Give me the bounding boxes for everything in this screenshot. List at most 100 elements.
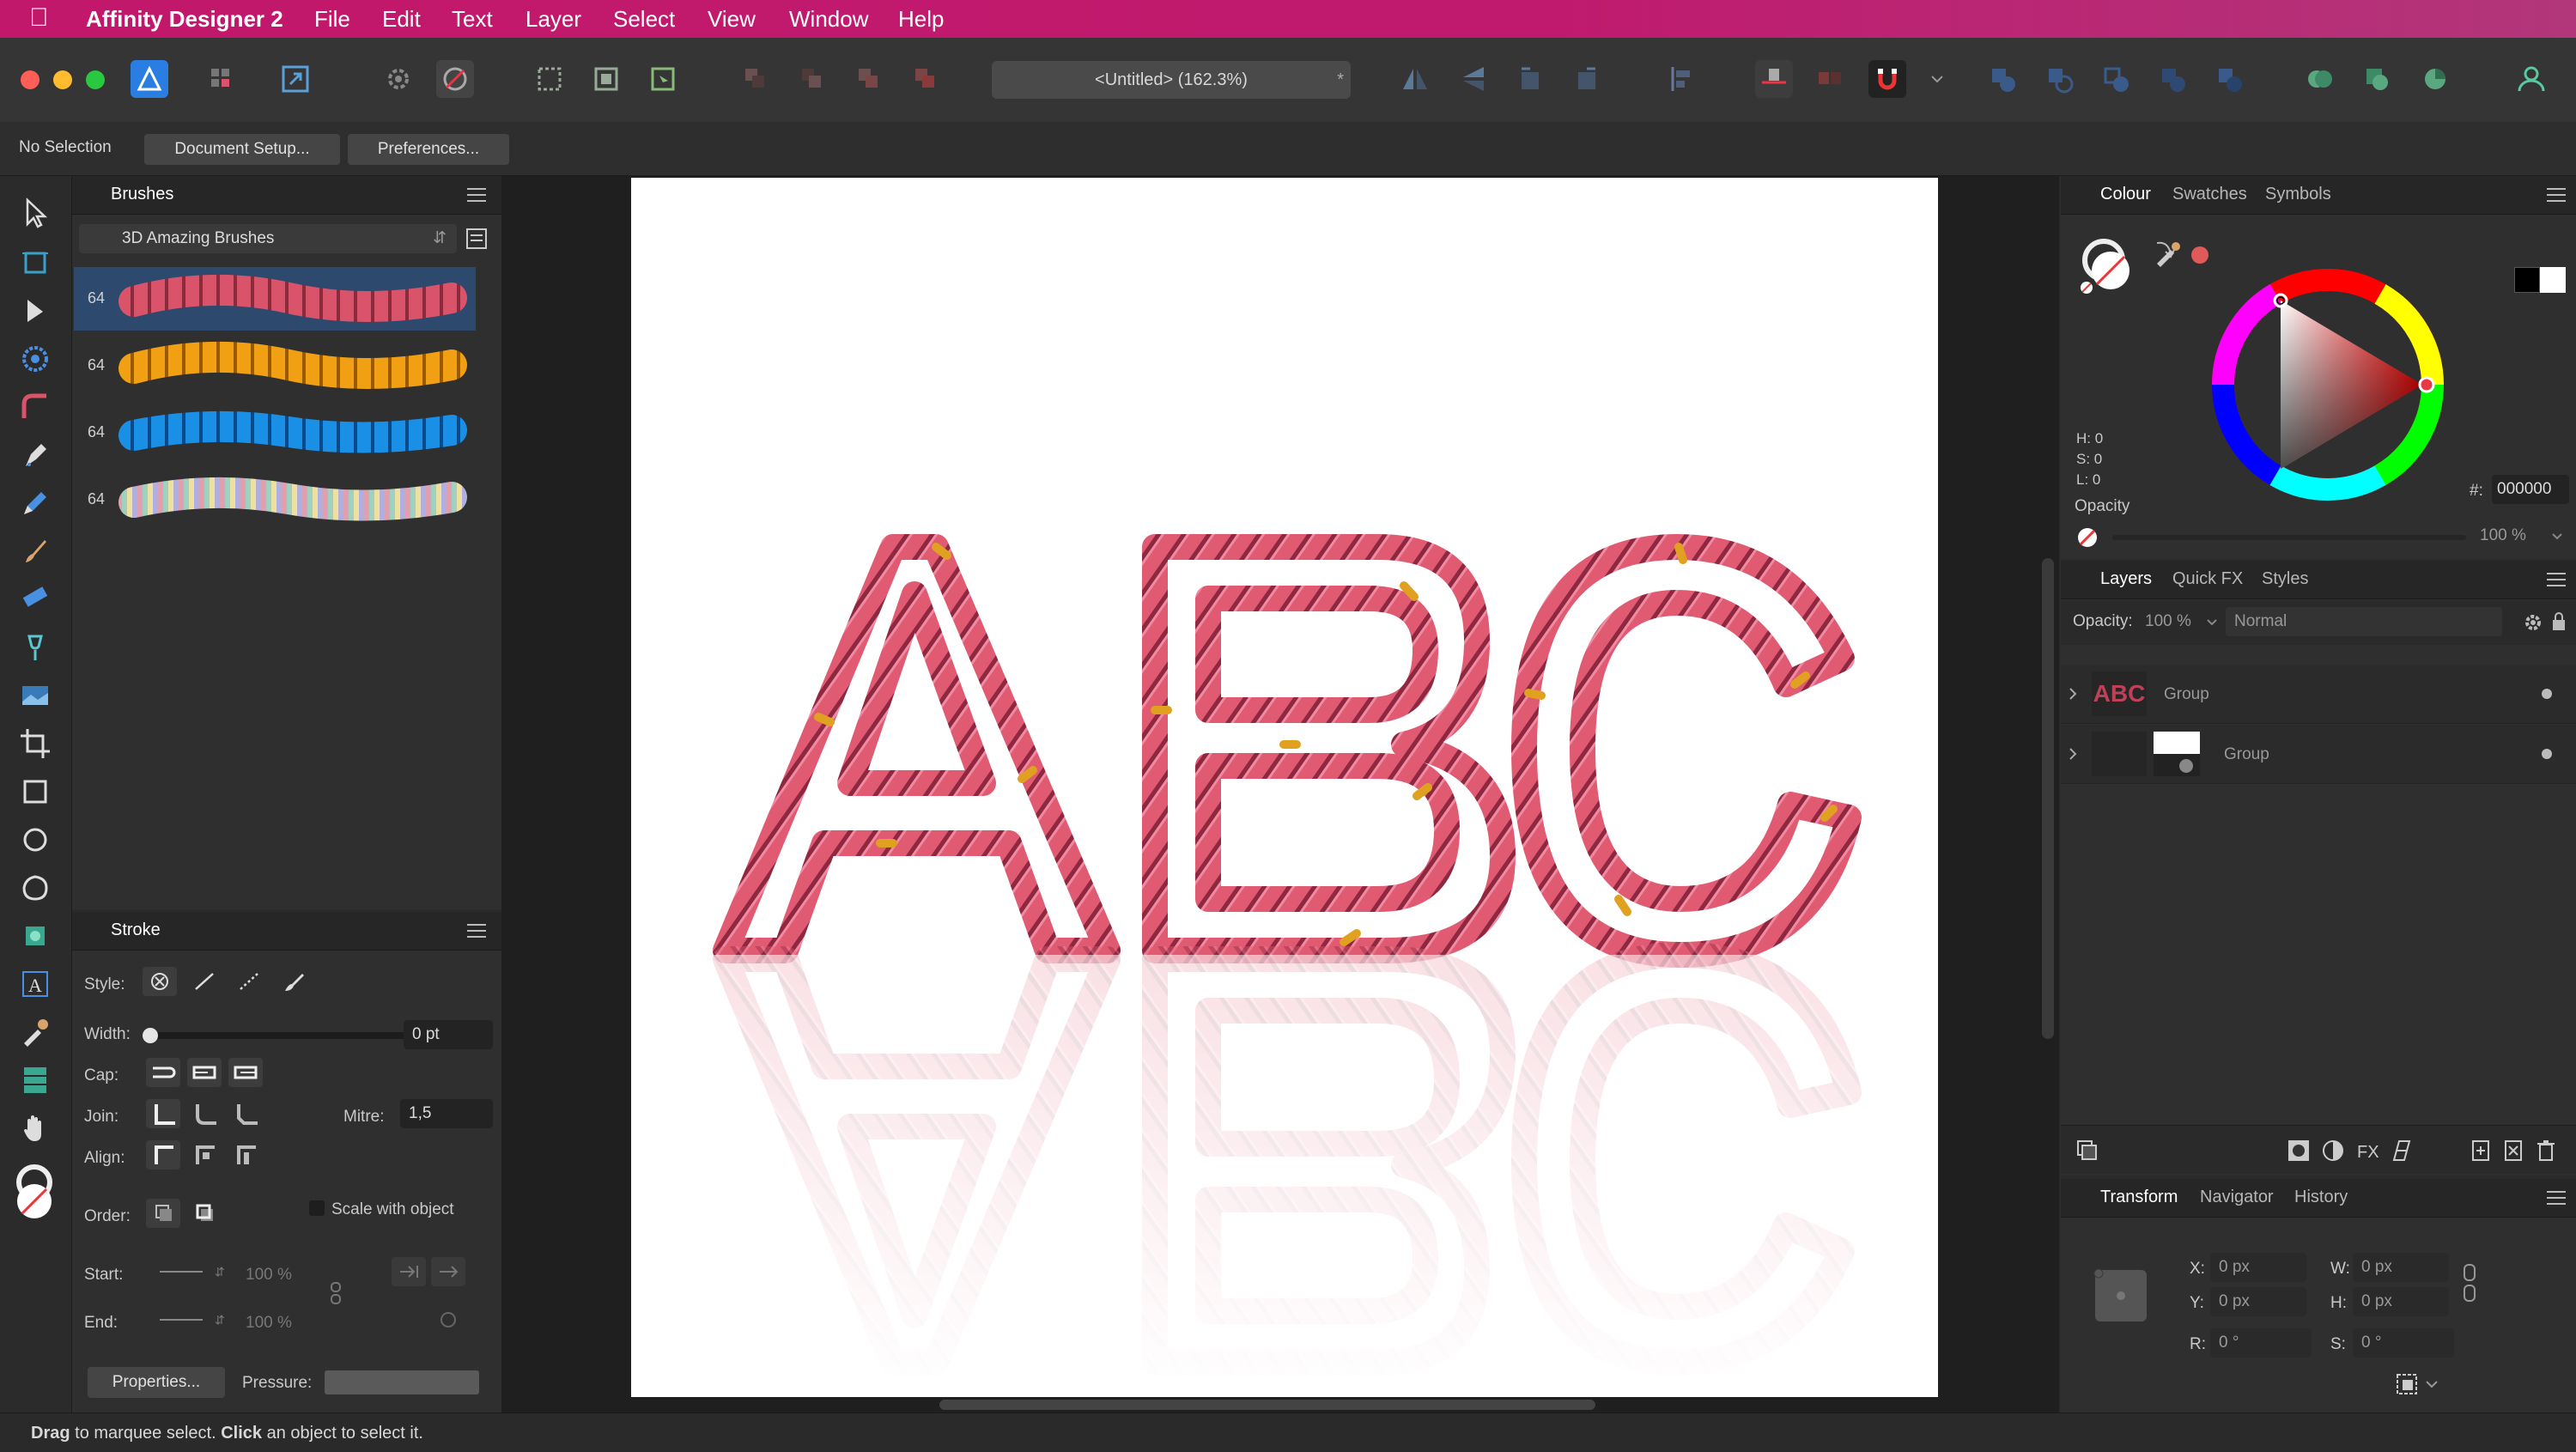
adjustment-layer-icon[interactable] — [2320, 1138, 2346, 1163]
fill-stroke-swatch[interactable] — [12, 1163, 57, 1224]
brush-item[interactable]: 64 — [74, 267, 476, 331]
flip-vertical-icon[interactable] — [1455, 60, 1492, 98]
crop-tool-icon[interactable] — [15, 724, 55, 763]
tab-history[interactable]: History — [2294, 1188, 2348, 1207]
panel-menu-icon[interactable] — [2547, 186, 2566, 204]
shear-input[interactable]: 0 ° — [2353, 1328, 2454, 1358]
panel-menu-icon[interactable] — [2547, 571, 2566, 588]
delete-icon[interactable] — [2533, 1138, 2559, 1163]
black-swatch[interactable] — [2514, 267, 2540, 293]
blend-mode-select[interactable]: Normal — [2226, 607, 2502, 636]
mitre-join-button[interactable] — [146, 1099, 180, 1128]
brush-item[interactable]: 64 — [74, 401, 476, 465]
menu-window[interactable]: Window — [789, 6, 868, 33]
chevron-down-icon[interactable] — [2205, 616, 2219, 629]
contour-tool-icon[interactable] — [15, 339, 55, 379]
menu-edit[interactable]: Edit — [382, 6, 421, 33]
pixel-persona-icon[interactable] — [203, 60, 240, 98]
live-filter-icon[interactable] — [2389, 1138, 2415, 1163]
colour-wheel[interactable] — [2203, 260, 2452, 509]
document-title-tab[interactable]: <Untitled> (162.3%) * — [992, 61, 1351, 99]
square-cap-button[interactable] — [228, 1058, 263, 1087]
gear-icon[interactable] — [2523, 612, 2543, 633]
layer-row[interactable]: ABC Group — [2061, 665, 2576, 724]
dashed-line-style-button[interactable] — [232, 967, 266, 996]
add-layer-icon[interactable] — [2468, 1138, 2494, 1163]
tab-navigator[interactable]: Navigator — [2200, 1188, 2274, 1207]
rectangle-tool-icon[interactable] — [15, 772, 55, 811]
boolean-divide-icon[interactable] — [2210, 60, 2248, 98]
menu-view[interactable]: View — [708, 6, 756, 33]
expand-icon[interactable] — [2066, 685, 2080, 702]
w-input[interactable]: 0 px — [2353, 1253, 2449, 1282]
menu-text[interactable]: Text — [452, 6, 493, 33]
reset-arrowheads-icon[interactable] — [431, 1305, 465, 1334]
account-icon[interactable] — [2512, 60, 2550, 98]
vertical-scrollbar[interactable] — [2042, 558, 2054, 1039]
hex-input[interactable]: 000000 — [2492, 475, 2569, 504]
link-icon[interactable] — [330, 1281, 342, 1307]
boolean-add-icon[interactable] — [1984, 60, 2021, 98]
boolean-intersect-icon[interactable] — [2097, 60, 2135, 98]
layer-options-icon[interactable] — [2073, 1136, 2100, 1163]
artboard[interactable] — [631, 178, 1938, 1397]
preferences-button[interactable]: Preferences... — [348, 134, 509, 165]
expand-icon[interactable] — [2066, 745, 2080, 762]
node-tool-icon[interactable] — [15, 291, 55, 331]
menu-layer[interactable]: Layer — [526, 6, 581, 33]
select-object-icon[interactable] — [644, 60, 682, 98]
zoom-window-button[interactable] — [86, 70, 105, 89]
align-outside-button[interactable] — [228, 1140, 263, 1169]
round-join-button[interactable] — [187, 1099, 222, 1128]
magnet-icon[interactable] — [1868, 60, 1906, 98]
text-tool-icon[interactable]: A — [15, 964, 55, 1004]
settings-icon[interactable] — [380, 60, 417, 98]
butt-cap-button[interactable] — [146, 1058, 180, 1087]
no-stroke-style-button[interactable] — [143, 967, 177, 996]
end-arrowhead-select[interactable]: ⇵ — [143, 1305, 225, 1334]
slice-tool-icon[interactable] — [15, 1060, 55, 1100]
menu-help[interactable]: Help — [898, 6, 944, 33]
select-same-icon[interactable] — [587, 60, 625, 98]
start-scale-value[interactable]: 100 % — [246, 1266, 292, 1285]
flip-horizontal-icon[interactable] — [1396, 60, 1434, 98]
app-name[interactable]: Affinity Designer 2 — [86, 6, 283, 33]
brush-item[interactable]: 64 — [74, 334, 476, 398]
rotate-right-icon[interactable] — [1568, 60, 1606, 98]
layer-name[interactable]: Group — [2224, 745, 2269, 764]
layer-name[interactable]: Group — [2164, 685, 2209, 704]
pressure-graph[interactable] — [325, 1370, 479, 1394]
tab-swatches[interactable]: Swatches — [2172, 185, 2247, 204]
color-picker-tool-icon[interactable] — [15, 1012, 55, 1052]
menu-select[interactable]: Select — [613, 6, 675, 33]
h-input[interactable]: 0 px — [2353, 1287, 2449, 1316]
x-input[interactable]: 0 px — [2210, 1253, 2306, 1282]
menu-file[interactable]: File — [314, 6, 350, 33]
width-slider-thumb[interactable] — [143, 1028, 158, 1043]
anchor-point-selector[interactable] — [2090, 1265, 2152, 1327]
end-scale-value[interactable]: 100 % — [246, 1314, 292, 1333]
align-inside-button[interactable] — [187, 1140, 222, 1169]
visibility-toggle[interactable] — [2542, 689, 2552, 699]
designer-persona-icon[interactable] — [131, 60, 168, 98]
tab-styles[interactable]: Styles — [2262, 569, 2308, 589]
lock-icon[interactable] — [2550, 611, 2567, 633]
document-setup-button[interactable]: Document Setup... — [144, 134, 340, 165]
properties-button[interactable]: Properties... — [88, 1367, 225, 1398]
snap-grid-icon[interactable] — [1755, 60, 1793, 98]
layer-opacity-value[interactable]: 100 % — [2145, 612, 2191, 631]
white-swatch[interactable] — [2540, 267, 2566, 293]
artboard-tool-icon[interactable] — [15, 243, 55, 283]
add-pixel-layer-icon[interactable] — [2500, 1138, 2526, 1163]
visibility-toggle[interactable] — [2542, 749, 2552, 759]
opacity-value[interactable]: 100 % — [2480, 526, 2526, 545]
fx-icon[interactable]: FX — [2354, 1138, 2380, 1163]
tab-stroke[interactable]: Stroke — [111, 920, 161, 940]
solid-line-style-button[interactable] — [187, 967, 222, 996]
align-icon[interactable] — [1662, 60, 1700, 98]
boolean-xor-icon[interactable] — [2154, 60, 2191, 98]
move-back-one-icon[interactable] — [793, 60, 831, 98]
hand-tool-icon[interactable] — [15, 1109, 55, 1148]
layer-row[interactable]: Group — [2061, 725, 2576, 784]
y-input[interactable]: 0 px — [2210, 1287, 2306, 1316]
